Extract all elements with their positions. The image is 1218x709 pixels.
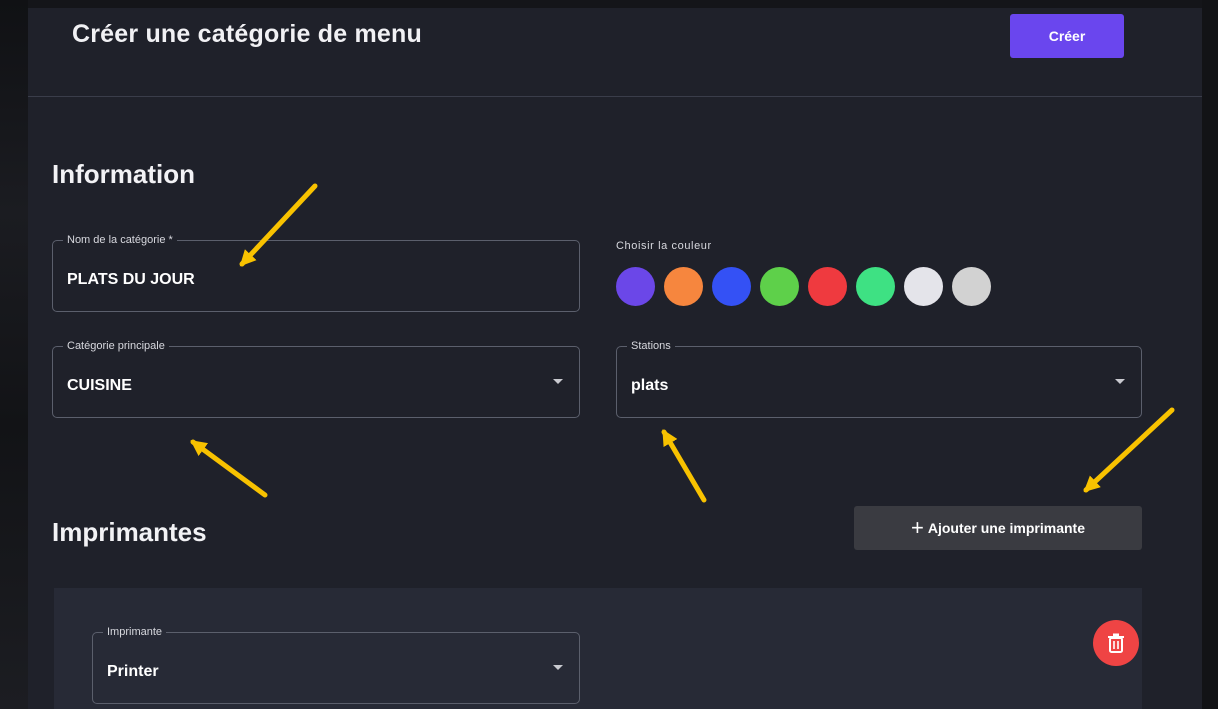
delete-printer-button[interactable] [1093,620,1139,666]
stations-value: plats [631,377,669,394]
page-title: Créer une catégorie de menu [72,20,422,48]
category-name-label: Nom de la catégorie * [63,233,177,247]
information-section-title: Information [52,159,195,189]
printer-select[interactable]: Imprimante Printer [92,625,580,704]
main-category-value: CUISINE [67,377,132,394]
color-swatch-7[interactable] [904,267,943,306]
printers-section-title: Imprimantes [52,517,207,547]
color-swatch-8[interactable] [952,267,991,306]
color-swatch-5[interactable] [808,267,847,306]
create-button[interactable]: Créer [1010,14,1124,58]
color-swatch-3[interactable] [712,267,751,306]
chevron-down-icon [553,379,563,384]
color-swatch-1[interactable] [616,267,655,306]
stations-label: Stations [627,339,675,353]
page-header: Créer une catégorie de menu Créer [28,8,1202,97]
background-edge-left [0,0,28,709]
category-name-value: PLATS DU JOUR [67,271,195,288]
color-swatch-6[interactable] [856,267,895,306]
chevron-down-icon [1115,379,1125,384]
main-category-select[interactable]: Catégorie principale CUISINE [52,339,580,418]
add-printer-label: Ajouter une imprimante [927,520,1085,536]
color-swatch-4[interactable] [760,267,799,306]
color-picker-label: Choisir la couleur [616,240,712,252]
form-content: Information Nom de la catégorie * PLATS … [28,97,1202,709]
add-printer-button[interactable]: + Ajouter une imprimante [854,506,1142,550]
stations-select[interactable]: Stations plats [616,339,1142,418]
category-name-field[interactable]: Nom de la catégorie * PLATS DU JOUR [52,233,580,312]
background-edge-right [1202,0,1218,709]
trash-icon [1108,633,1124,653]
color-swatches [616,267,991,306]
main-category-label: Catégorie principale [63,339,169,353]
chevron-down-icon [553,665,563,670]
plus-icon: + [911,515,924,540]
screenshot-frame: Créer une catégorie de menu Créer Inform… [0,0,1218,709]
printer-label: Imprimante [103,625,167,639]
printer-panel: Imprimante Printer [54,588,1142,709]
printer-value: Printer [107,663,159,680]
color-swatch-2[interactable] [664,267,703,306]
